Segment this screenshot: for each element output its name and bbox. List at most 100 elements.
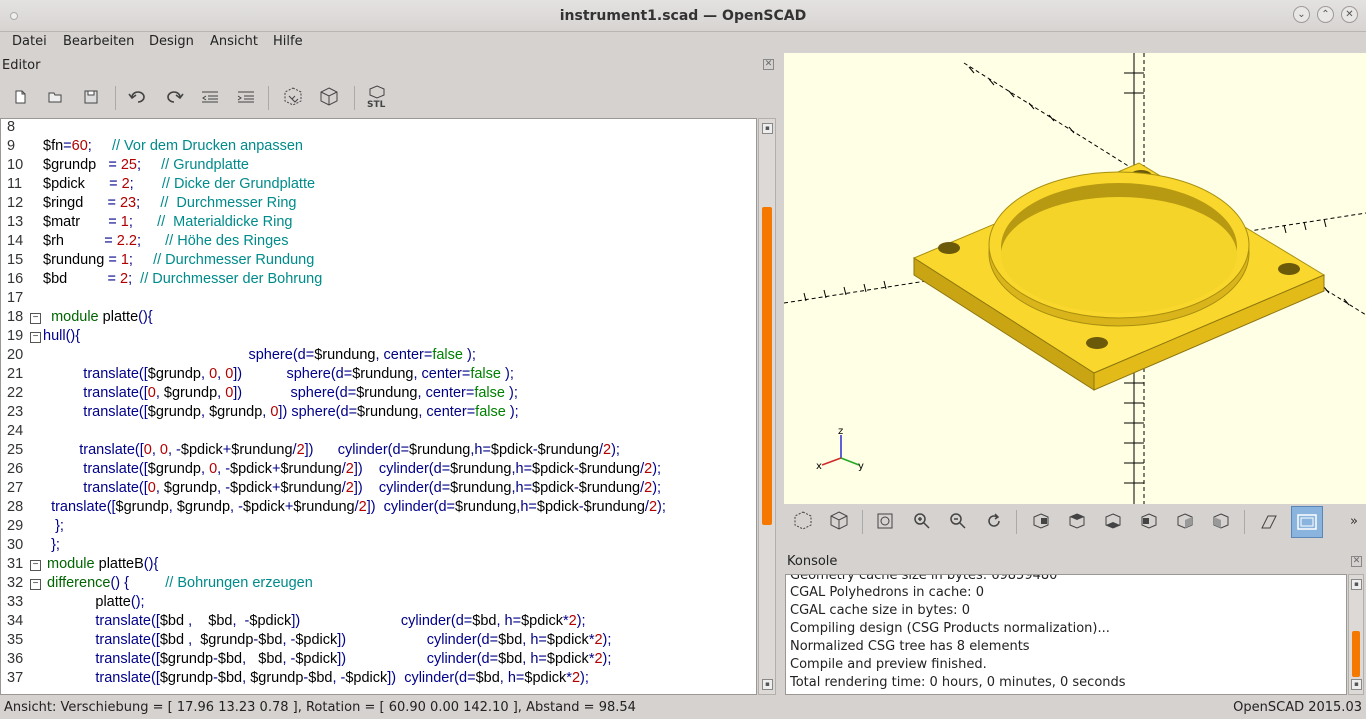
- code-line[interactable]: 17: [1, 290, 756, 309]
- code-line[interactable]: 9 $fn=60; // Vor dem Drucken anpassen: [1, 138, 756, 157]
- code-line[interactable]: 23 translate([$grundp, $grundp, 0]) sphe…: [1, 404, 756, 423]
- view-left-icon[interactable]: [1136, 508, 1162, 534]
- code-line[interactable]: 22 translate([0, $grundp, 0]) sphere(d=$…: [1, 385, 756, 404]
- reset-view-icon[interactable]: [981, 508, 1007, 534]
- code-line[interactable]: 34 translate([$bd , $bd, -$pdick]) cylin…: [1, 613, 756, 632]
- unindent-icon[interactable]: [197, 84, 223, 110]
- 3d-viewport[interactable]: z x y: [784, 53, 1366, 504]
- save-icon[interactable]: [78, 84, 104, 110]
- console-scrollbar[interactable]: ▪ ▪: [1348, 574, 1364, 695]
- fold-toggle-icon[interactable]: −: [30, 579, 41, 590]
- menu-hilfe[interactable]: Hilfe: [273, 34, 303, 49]
- view-right-icon[interactable]: [1028, 508, 1054, 534]
- line-number: 37: [7, 670, 24, 686]
- view-front-icon[interactable]: [1172, 508, 1198, 534]
- view-top-icon[interactable]: [1064, 508, 1090, 534]
- scroll-up-arrow[interactable]: ▪: [1351, 579, 1362, 590]
- code-text: platte();: [95, 594, 145, 610]
- code-line[interactable]: 37 translate([$grundp-$bd, $grundp-$bd, …: [1, 670, 756, 689]
- editor-scrollbar-thumb[interactable]: [762, 207, 772, 525]
- line-number: 18: [7, 309, 24, 325]
- line-number: 24: [7, 423, 24, 439]
- maximize-icon[interactable]: ⌃: [1317, 6, 1334, 23]
- code-line[interactable]: 24: [1, 423, 756, 442]
- console-close-icon[interactable]: ✕: [1351, 556, 1362, 567]
- preview-icon[interactable]: [280, 84, 306, 110]
- indent-icon[interactable]: [233, 84, 259, 110]
- console-scrollbar-thumb[interactable]: [1352, 631, 1360, 677]
- code-line[interactable]: 14 $rh = 2.2; // Höhe des Ringes: [1, 233, 756, 252]
- code-line[interactable]: 15 $rundung = 1; // Durchmesser Rundung: [1, 252, 756, 271]
- menu-bearbeiten[interactable]: Bearbeiten: [63, 34, 134, 49]
- code-line[interactable]: 27 translate([0, $grundp, -$pdick+$rundu…: [1, 480, 756, 499]
- open-icon[interactable]: [42, 84, 68, 110]
- editor-toolbar: STL: [0, 80, 780, 116]
- code-line[interactable]: 10 $grundp = 25; // Grundplatte: [1, 157, 756, 176]
- code-text: sphere(d=$rundung, center=false );: [248, 347, 476, 363]
- minimize-icon[interactable]: ⌄: [1293, 6, 1310, 23]
- line-number: 11: [7, 176, 23, 192]
- line-number: 28: [7, 499, 24, 515]
- code-line[interactable]: 28 translate([$grundp, $grundp, -$pdick+…: [1, 499, 756, 518]
- render-icon[interactable]: [316, 84, 342, 110]
- svg-text:STL: STL: [367, 100, 386, 109]
- perspective-icon[interactable]: [1256, 508, 1282, 534]
- close-icon[interactable]: ✕: [1341, 6, 1358, 23]
- code-line[interactable]: 8: [1, 119, 756, 138]
- code-line[interactable]: 36 translate([$grundp-$bd, $bd, -$pdick]…: [1, 651, 756, 670]
- menu-ansicht[interactable]: Ansicht: [210, 34, 258, 49]
- view-all-icon[interactable]: [872, 508, 898, 534]
- code-line[interactable]: 30 };: [1, 537, 756, 556]
- line-number: 23: [7, 404, 24, 420]
- line-number: 35: [7, 632, 24, 648]
- code-line[interactable]: 16 $bd = 2; // Durchmesser der Bohrung: [1, 271, 756, 290]
- export-stl-icon[interactable]: STL: [364, 84, 390, 110]
- console-line: Geometry cache size in bytes: 69859480: [790, 574, 1058, 583]
- code-line[interactable]: 18− module platte(){: [1, 309, 756, 328]
- view-bottom-icon[interactable]: [1100, 508, 1126, 534]
- scroll-down-arrow[interactable]: ▪: [762, 679, 773, 690]
- code-line[interactable]: 12 $ringd = 23; // Durchmesser Ring: [1, 195, 756, 214]
- code-line[interactable]: 20 sphere(d=$rundung, center=false );: [1, 347, 756, 366]
- line-number: 17: [7, 290, 24, 306]
- code-line[interactable]: 32− difference() { // Bohrungen erzeugen: [1, 575, 756, 594]
- code-line[interactable]: 25 translate([0, 0, -$pdick+$rundung/2])…: [1, 442, 756, 461]
- orthogonal-icon[interactable]: [1291, 506, 1323, 538]
- fold-toggle-icon[interactable]: −: [30, 332, 41, 343]
- code-line[interactable]: 35 translate([$bd , $grundp-$bd, -$pdick…: [1, 632, 756, 651]
- new-icon[interactable]: [7, 84, 33, 110]
- redo-icon[interactable]: [161, 84, 187, 110]
- code-editor[interactable]: 8 9 $fn=60; // Vor dem Drucken anpassen 10 $…: [0, 118, 757, 695]
- zoom-out-icon[interactable]: [945, 508, 971, 534]
- console-output[interactable]: Geometry cache size in bytes: 69859480 C…: [785, 574, 1347, 695]
- line-number: 30: [7, 537, 24, 553]
- fold-toggle-icon[interactable]: −: [30, 313, 41, 324]
- editor-scrollbar[interactable]: ▪ ▪: [758, 118, 776, 695]
- code-line[interactable]: 13 $matr = 1; // Materialdicke Ring: [1, 214, 756, 233]
- menu-design[interactable]: Design: [149, 34, 194, 49]
- undo-icon[interactable]: [125, 84, 151, 110]
- code-line[interactable]: 33 platte();: [1, 594, 756, 613]
- toolbar-overflow-icon[interactable]: »: [1346, 508, 1362, 534]
- view-back-icon[interactable]: [1208, 508, 1234, 534]
- code-line[interactable]: 19− hull(){: [1, 328, 756, 347]
- code-line[interactable]: 11 $pdick = 2; // Dicke der Grundplatte: [1, 176, 756, 195]
- code-line[interactable]: 29 };: [1, 518, 756, 537]
- menu-datei[interactable]: Datei: [12, 34, 47, 49]
- code-text: $rundung = 1; // Durchmesser Rundung: [43, 252, 315, 268]
- fold-toggle-icon[interactable]: −: [30, 560, 41, 571]
- line-number: 9: [7, 138, 16, 154]
- zoom-in-icon[interactable]: [909, 508, 935, 534]
- code-line[interactable]: 21 translate([$grundp, 0, 0]) sphere(d=$…: [1, 366, 756, 385]
- render-icon[interactable]: [826, 508, 852, 534]
- editor-close-icon[interactable]: ✕: [763, 59, 774, 70]
- code-text: module platteB(){: [47, 556, 159, 572]
- scroll-down-arrow[interactable]: ▪: [1351, 679, 1362, 690]
- preview-icon[interactable]: [790, 508, 816, 534]
- code-text: $fn=60; // Vor dem Drucken anpassen: [43, 138, 303, 154]
- code-line[interactable]: 26 translate([$grundp, 0, -$pdick+$rundu…: [1, 461, 756, 480]
- console-panel-title: Konsole: [787, 554, 838, 569]
- scroll-up-arrow[interactable]: ▪: [762, 123, 773, 134]
- code-line[interactable]: 31− module platteB(){: [1, 556, 756, 575]
- code-text: difference() { // Bohrungen erzeugen: [47, 575, 313, 591]
